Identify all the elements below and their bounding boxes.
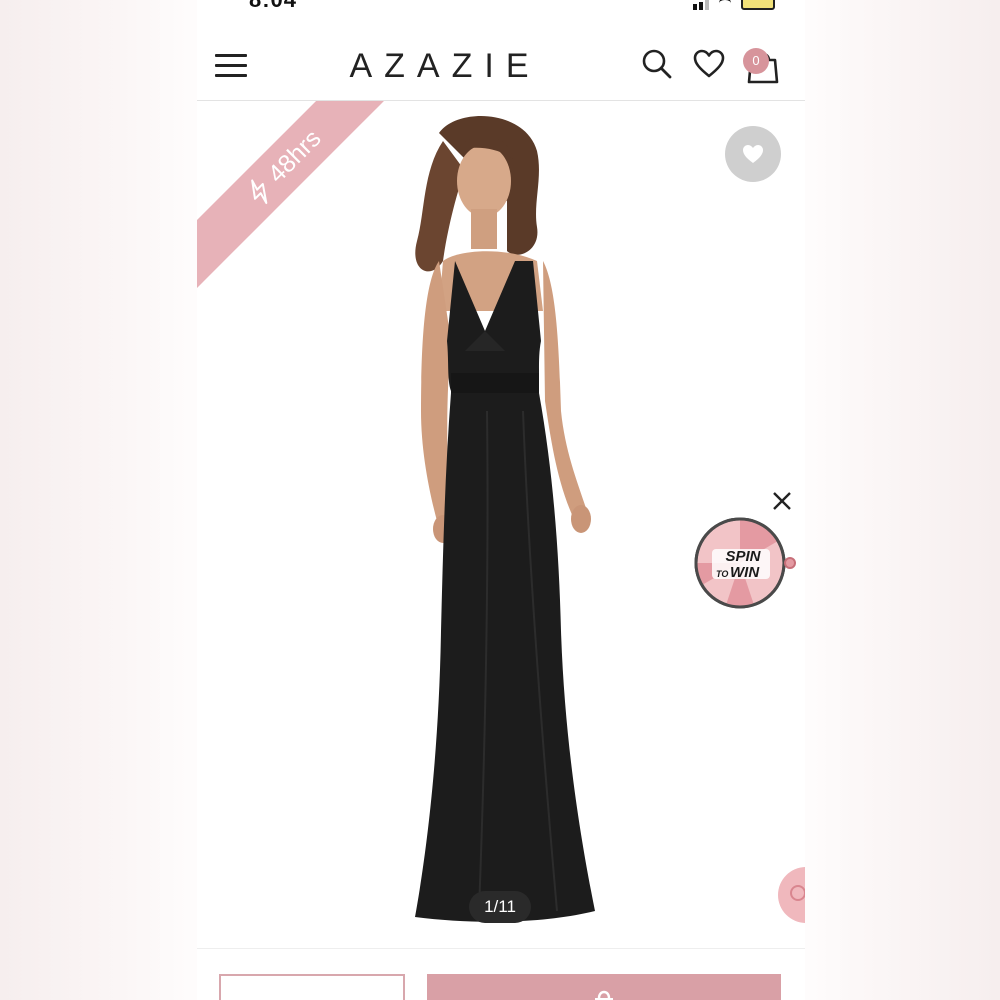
secondary-action-button[interactable] [219,974,405,1000]
search-icon[interactable] [639,46,675,82]
site-header: AZAZIE 0 [197,28,805,101]
phone-screen: 8:04 AZAZIE [197,0,805,1000]
chat-icon[interactable] [778,867,805,923]
add-to-bag-button[interactable] [427,974,781,1000]
shopping-bag-icon [595,990,613,1000]
lightning-icon [250,179,268,205]
status-bar: 8:04 [197,0,805,12]
brand-logo[interactable]: AZAZIE [197,47,693,86]
spin-line2: TO [716,569,728,579]
action-bar [197,948,805,1000]
favorite-button[interactable] [725,126,781,182]
spin-line1: SPIN [725,548,761,565]
heart-icon [743,145,763,163]
status-icons [693,0,775,10]
status-time: 8:04 [249,0,297,13]
wifi-icon [719,0,731,10]
spin-line3: WIN [730,564,760,581]
heart-icon[interactable] [691,46,727,82]
ribbon-label: 48hrs [262,124,327,189]
image-counter: 1/11 [469,891,531,923]
battery-icon [741,0,775,10]
signal-icon [693,0,709,10]
product-image-gallery[interactable]: 48hrs SPIN TO WIN 1/11 [197,101,805,948]
cart-count-badge: 0 [743,48,769,74]
close-icon[interactable] [770,489,794,513]
product-photo [347,111,657,931]
spin-to-win-widget[interactable]: SPIN TO WIN [694,515,796,611]
